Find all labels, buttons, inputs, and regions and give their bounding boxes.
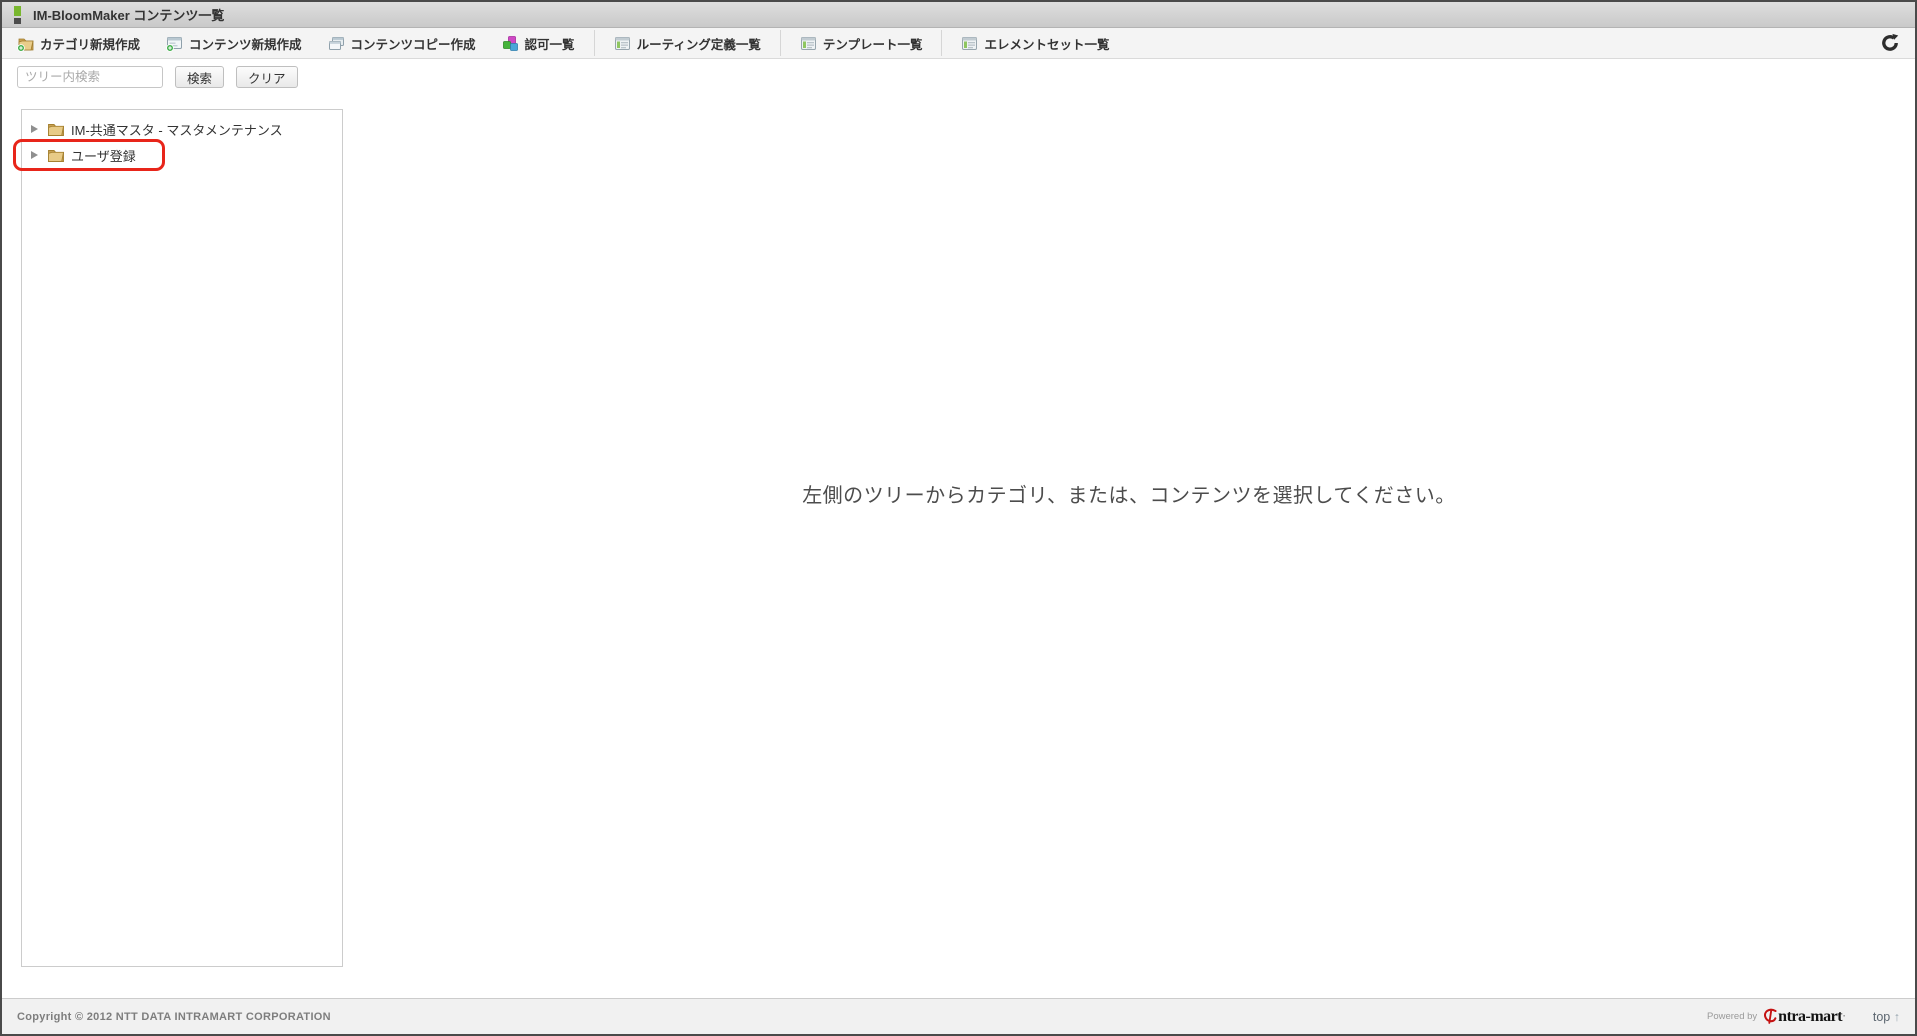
toolbar-separator	[941, 30, 943, 56]
folder-icon	[48, 123, 65, 136]
expand-arrow-icon[interactable]	[31, 151, 38, 159]
category-tree-panel: IM-共通マスタ - マスタメンテナンス ユーザ登録	[21, 109, 343, 967]
search-button[interactable]: 検索	[175, 66, 225, 88]
intra-mart-logo: ntra-mart ’	[1762, 1008, 1845, 1026]
toolbar-button-label: ルーティング定義一覧	[636, 37, 761, 52]
content-add-icon	[166, 36, 183, 52]
app-menu-icon	[14, 5, 22, 24]
authz-cubes-icon	[502, 35, 518, 51]
tree-item-label: ユーザ登録	[71, 148, 136, 164]
toolbar-button-elementset-list[interactable]: エレメントセット一覧	[948, 28, 1122, 58]
refresh-button[interactable]	[1880, 33, 1900, 53]
refresh-icon	[1882, 33, 1899, 51]
toolbar-button-label: コンテンツコピー作成	[350, 37, 476, 52]
toolbar: カテゴリ新規作成 コンテンツ新規作成 コンテンツコピー作成 認可一覧 ルーティン…	[2, 28, 1915, 59]
back-to-top-link[interactable]: top ↑	[1873, 1010, 1900, 1024]
template-list-icon	[800, 36, 816, 50]
toolbar-button-label: 認可一覧	[524, 37, 575, 52]
tree-item-label: IM-共通マスタ - マスタメンテナンス	[71, 122, 283, 138]
folder-icon	[48, 149, 65, 162]
toolbar-button-template-list[interactable]: テンプレート一覧	[787, 28, 936, 58]
intra-mart-swirl-icon	[1764, 1008, 1777, 1024]
toolbar-button-label: エレメントセット一覧	[984, 37, 1110, 52]
elementset-list-icon	[962, 36, 978, 50]
app-window: IM-BloomMaker コンテンツ一覧 カテゴリ新規作成 コンテンツ新規作成	[0, 0, 1917, 1036]
content-copy-icon	[328, 36, 344, 50]
tree-item-user-registration[interactable]: ユーザ登録	[22, 142, 342, 168]
toolbar-button-label: テンプレート一覧	[822, 37, 923, 52]
clear-button[interactable]: クリア	[236, 66, 298, 88]
expand-arrow-icon[interactable]	[31, 125, 38, 133]
toolbar-button-routing-list[interactable]: ルーティング定義一覧	[601, 28, 774, 58]
powered-by-label: Powered by	[1707, 1011, 1758, 1022]
copyright-text: Copyright © 2012 NTT DATA INTRAMART CORP…	[17, 1010, 331, 1023]
logo-trademark: ’	[1843, 1013, 1845, 1023]
toolbar-button-label: カテゴリ新規作成	[40, 37, 141, 52]
toolbar-separator	[593, 30, 595, 56]
empty-state-message: 左側のツリーからカテゴリ、または、コンテンツを選択してください。	[802, 485, 1456, 507]
top-link-label: top	[1872, 1009, 1891, 1024]
footer-right: Powered by ntra-mart ’ top ↑	[1707, 1008, 1900, 1026]
tree-search-bar: 検索 クリア	[17, 66, 298, 88]
toolbar-separator	[779, 30, 781, 56]
toolbar-button-authz-list[interactable]: 認可一覧	[489, 28, 588, 58]
title-bar: IM-BloomMaker コンテンツ一覧	[2, 2, 1915, 28]
up-arrow-icon: ↑	[1893, 1009, 1900, 1024]
toolbar-button-create-category[interactable]: カテゴリ新規作成	[4, 28, 153, 58]
footer: Copyright © 2012 NTT DATA INTRAMART CORP…	[2, 998, 1915, 1034]
tree-search-input[interactable]	[17, 66, 163, 88]
routing-list-icon	[614, 36, 630, 50]
page-title: IM-BloomMaker コンテンツ一覧	[33, 8, 225, 23]
toolbar-button-create-content[interactable]: コンテンツ新規作成	[153, 28, 315, 58]
toolbar-button-copy-content[interactable]: コンテンツコピー作成	[315, 28, 489, 58]
toolbar-button-label: コンテンツ新規作成	[189, 37, 302, 52]
logo-text: ntra-mart	[1778, 1007, 1843, 1025]
tree-item-im-common-master[interactable]: IM-共通マスタ - マスタメンテナンス	[22, 116, 342, 142]
folder-add-icon	[17, 38, 34, 52]
